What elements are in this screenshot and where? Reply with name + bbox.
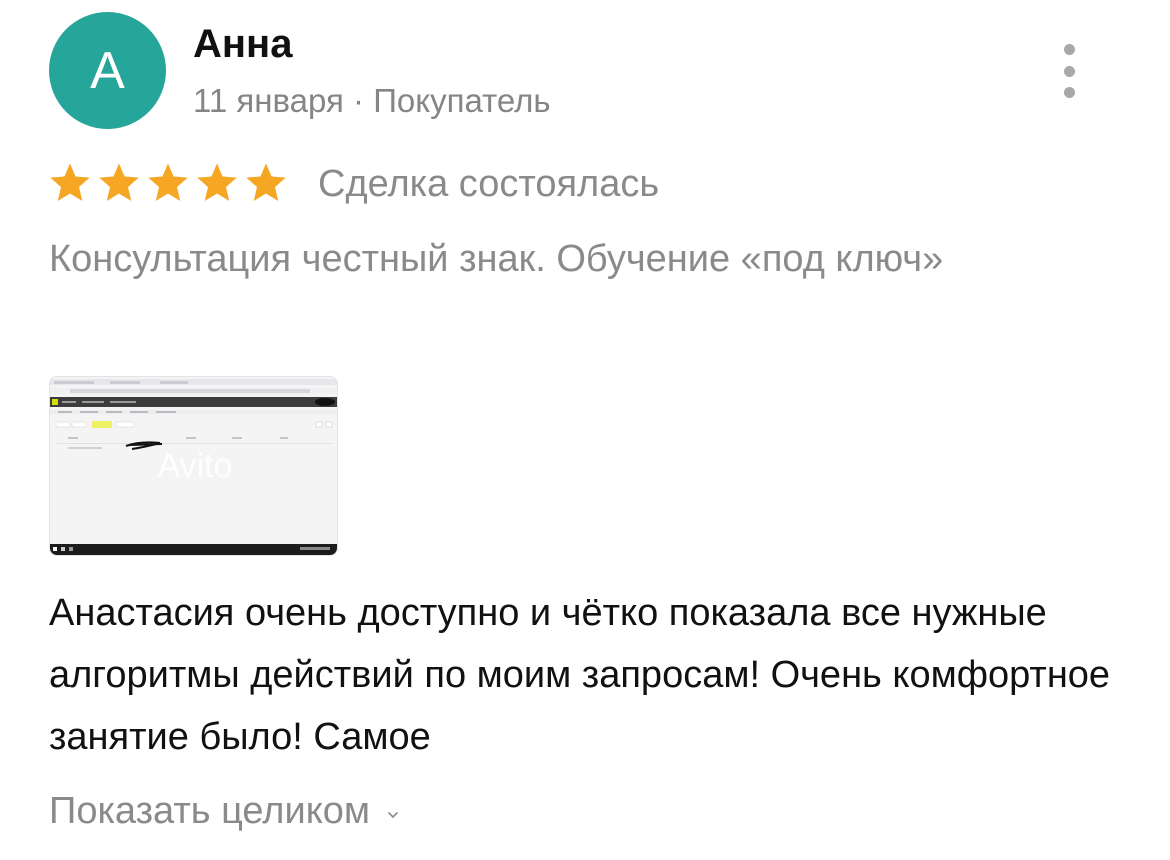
more-options-button[interactable]	[1054, 44, 1084, 98]
review-text: Анастасия очень доступно и чётко показал…	[49, 592, 1111, 758]
show-more-label: Показать целиком	[49, 790, 371, 832]
show-more-button[interactable]: Показать целиком	[49, 790, 400, 833]
more-vertical-icon-dot	[1063, 87, 1075, 98]
service-title: Консультация честный знак. Обучение «под…	[49, 238, 944, 280]
star-icon	[148, 163, 188, 202]
review-photo-thumbnail[interactable]: Avito	[49, 376, 338, 556]
avatar-letter: А	[90, 41, 125, 100]
author-name[interactable]: Анна	[193, 22, 292, 67]
watermark-text: Avito	[158, 447, 233, 485]
star-icon	[99, 163, 139, 202]
star-icon	[246, 163, 286, 202]
more-vertical-icon-dot	[1063, 65, 1075, 77]
more-vertical-icon	[1063, 44, 1075, 55]
rating-stars	[47, 160, 289, 206]
avatar[interactable]: А	[49, 12, 166, 129]
star-icon	[197, 163, 237, 202]
deal-status: Сделка состоялась	[318, 163, 660, 205]
chevron-down-icon	[388, 811, 398, 818]
star-icon	[50, 163, 90, 202]
review-meta: 11 января · Покупатель	[193, 82, 551, 119]
screenshot-thumbnail-icon: Avito	[50, 377, 337, 555]
